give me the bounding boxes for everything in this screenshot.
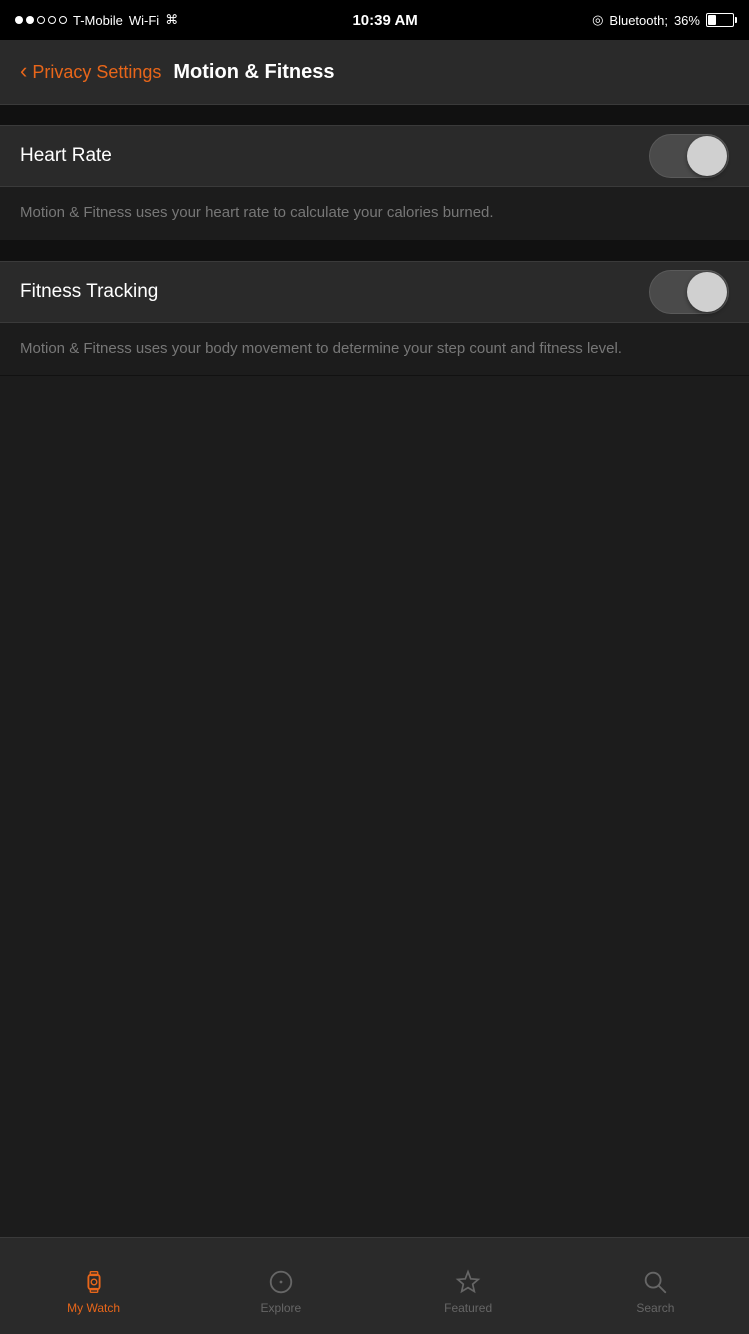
back-button[interactable]: ‹ Privacy Settings (20, 62, 161, 83)
heart-rate-section: Heart Rate (0, 125, 749, 187)
my-watch-icon (80, 1268, 108, 1296)
heart-rate-description-section: Motion & Fitness uses your heart rate to… (0, 187, 749, 241)
explore-icon (267, 1268, 295, 1296)
fitness-tracking-label: Fitness Tracking (20, 281, 158, 303)
tab-search[interactable]: Search (562, 1258, 749, 1315)
signal-dots (15, 16, 67, 24)
fitness-tracking-row: Fitness Tracking (0, 262, 749, 322)
wifi-icon: ⌘ (165, 12, 178, 28)
tab-featured-label: Featured (444, 1301, 492, 1315)
fitness-tracking-description: Motion & Fitness uses your body movement… (20, 338, 729, 361)
heart-rate-toggle[interactable] (649, 134, 729, 178)
battery-indicator (706, 13, 734, 27)
fitness-tracking-toggle[interactable] (649, 270, 729, 314)
location-icon: ◎ (592, 12, 603, 28)
signal-dot-1 (15, 16, 23, 24)
tab-bar: My Watch Explore Featured Search (0, 1237, 749, 1334)
heart-rate-toggle-knob (687, 136, 727, 176)
nav-bar: ‹ Privacy Settings Motion & Fitness (0, 40, 749, 105)
heart-rate-label: Heart Rate (20, 145, 112, 167)
status-bar: T-Mobile Wi-Fi ⌘ 10:39 AM ◎ Bluetooth; 3… (0, 0, 749, 40)
back-label: Privacy Settings (32, 62, 161, 83)
back-chevron-icon: ‹ (20, 60, 27, 82)
battery-fill (708, 15, 716, 25)
carrier-label: T-Mobile (73, 13, 123, 28)
status-left: T-Mobile Wi-Fi ⌘ (15, 12, 178, 28)
tab-explore[interactable]: Explore (187, 1258, 374, 1315)
tab-explore-label: Explore (261, 1301, 302, 1315)
heart-rate-description: Motion & Fitness uses your heart rate to… (20, 202, 729, 225)
nav-title: Motion & Fitness (173, 61, 334, 84)
fitness-tracking-section: Fitness Tracking (0, 261, 749, 323)
section-separator-top (0, 105, 749, 125)
bluetooth-icon: Bluetooth; (609, 13, 668, 28)
tab-search-label: Search (636, 1301, 674, 1315)
empty-content-area (0, 376, 749, 1016)
battery-box (706, 13, 734, 27)
heart-rate-row: Heart Rate (0, 126, 749, 186)
battery-percent: 36% (674, 13, 700, 28)
signal-dot-2 (26, 16, 34, 24)
wifi-label: Wi-Fi (129, 13, 159, 28)
status-right: ◎ Bluetooth; 36% (592, 12, 734, 28)
section-separator-mid (0, 241, 749, 261)
featured-icon (454, 1268, 482, 1296)
tab-my-watch[interactable]: My Watch (0, 1258, 187, 1315)
fitness-tracking-description-section: Motion & Fitness uses your body movement… (0, 323, 749, 377)
tab-my-watch-label: My Watch (67, 1301, 120, 1315)
signal-dot-3 (37, 16, 45, 24)
signal-dot-4 (48, 16, 56, 24)
fitness-tracking-toggle-knob (687, 272, 727, 312)
time-display: 10:39 AM (352, 12, 417, 29)
tab-featured[interactable]: Featured (375, 1258, 562, 1315)
signal-dot-5 (59, 16, 67, 24)
search-icon (641, 1268, 669, 1296)
